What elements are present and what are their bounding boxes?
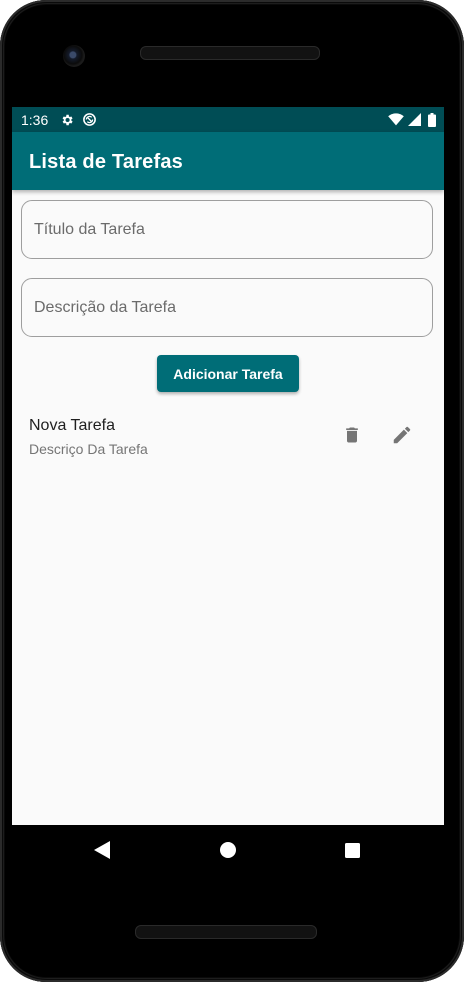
edit-icon[interactable] <box>388 421 416 449</box>
battery-icon <box>428 112 436 127</box>
add-task-button[interactable]: Adicionar Tarefa <box>157 355 299 392</box>
status-indicators <box>388 112 436 127</box>
app-screen: 1:36 Lista de Tarefas Título da Tarefa D… <box>12 107 444 825</box>
status-bar: 1:36 <box>12 107 444 132</box>
navigation-bar <box>12 825 444 875</box>
phone-frame: 1:36 Lista de Tarefas Título da Tarefa D… <box>0 0 464 982</box>
earpiece-speaker <box>140 46 320 60</box>
app-bar: Lista de Tarefas <box>12 132 444 190</box>
task-title: Nova Tarefa <box>29 417 115 434</box>
home-icon[interactable] <box>213 835 243 865</box>
bottom-speaker <box>135 925 317 939</box>
back-icon[interactable] <box>87 835 117 865</box>
delete-icon[interactable] <box>338 421 366 449</box>
task-description-input[interactable] <box>22 279 432 336</box>
sync-icon <box>82 112 97 127</box>
task-list-item: Nova Tarefa Descriço Da Tarefa <box>12 407 444 467</box>
recents-icon[interactable] <box>337 835 367 865</box>
settings-icon <box>60 113 74 127</box>
task-description-field[interactable] <box>21 278 433 337</box>
task-description: Descriço Da Tarefa <box>29 441 148 457</box>
front-camera <box>63 45 85 67</box>
signal-icon <box>408 113 421 126</box>
page-title: Lista de Tarefas <box>29 151 184 173</box>
task-title-field[interactable] <box>21 200 433 259</box>
wifi-icon <box>388 113 404 126</box>
status-time: 1:36 <box>21 111 49 128</box>
task-title-input[interactable] <box>22 201 432 258</box>
